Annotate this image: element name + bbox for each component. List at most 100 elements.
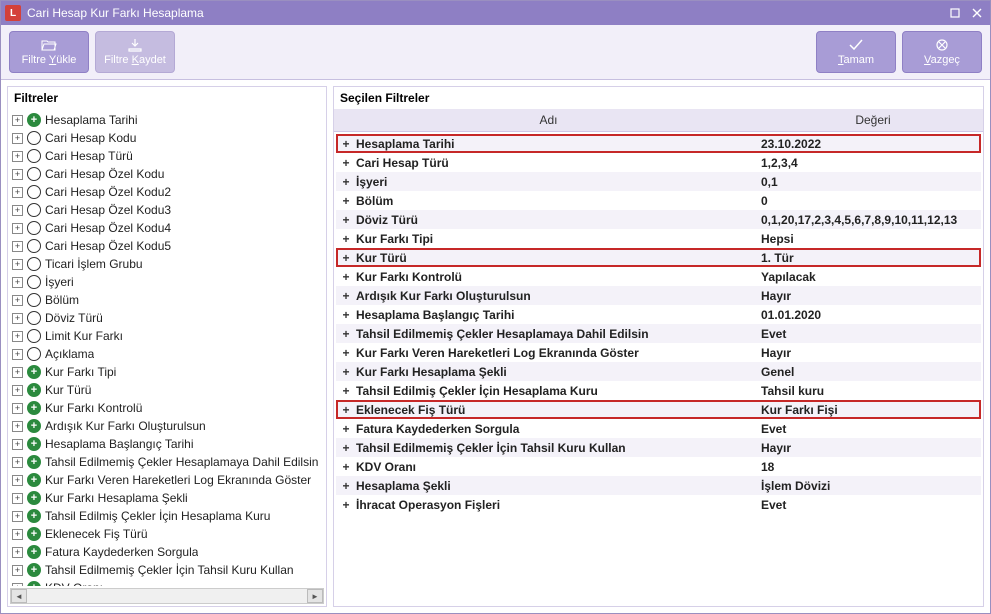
filter-item[interactable]: +Tahsil Edilmiş Çekler İçin Hesaplama Ku… [10, 507, 324, 525]
selected-filter-row[interactable]: +Hesaplama Tarihi23.10.2022 [336, 134, 981, 153]
selected-filter-row[interactable]: +Döviz Türü0,1,20,17,2,3,4,5,6,7,8,9,10,… [336, 210, 981, 229]
selected-filter-row[interactable]: +Bölüm0 [336, 191, 981, 210]
selected-filter-row[interactable]: +Kur Farkı TipiHepsi [336, 229, 981, 248]
row-expand-icon[interactable]: + [336, 460, 356, 474]
expand-icon[interactable]: + [12, 223, 23, 234]
filter-item[interactable]: +Cari Hesap Özel Kodu5 [10, 237, 324, 255]
row-expand-icon[interactable]: + [336, 289, 356, 303]
filter-item[interactable]: +İşyeri [10, 273, 324, 291]
expand-icon[interactable]: + [12, 205, 23, 216]
filter-item[interactable]: +Ardışık Kur Farkı Oluşturulsun [10, 417, 324, 435]
row-expand-icon[interactable]: + [336, 156, 356, 170]
filter-item[interactable]: +Bölüm [10, 291, 324, 309]
filter-item[interactable]: +Hesaplama Başlangıç Tarihi [10, 435, 324, 453]
expand-icon[interactable]: + [12, 565, 23, 576]
maximize-button[interactable] [946, 5, 964, 21]
selected-filter-row[interactable]: +İhracat Operasyon FişleriEvet [336, 495, 981, 514]
expand-icon[interactable]: + [12, 115, 23, 126]
row-expand-icon[interactable]: + [336, 479, 356, 493]
expand-icon[interactable]: + [12, 367, 23, 378]
expand-icon[interactable]: + [12, 493, 23, 504]
scroll-right-button[interactable]: ► [307, 589, 323, 603]
selected-filter-row[interactable]: +Hesaplama Başlangıç Tarihi01.01.2020 [336, 305, 981, 324]
row-expand-icon[interactable]: + [336, 308, 356, 322]
selected-filters-list[interactable]: +Hesaplama Tarihi23.10.2022+Cari Hesap T… [334, 132, 983, 606]
row-expand-icon[interactable]: + [336, 327, 356, 341]
ok-button[interactable]: Tamam [816, 31, 896, 73]
row-expand-icon[interactable]: + [336, 365, 356, 379]
filter-item[interactable]: +Kur Türü [10, 381, 324, 399]
selected-filter-row[interactable]: +Ardışık Kur Farkı OluşturulsunHayır [336, 286, 981, 305]
selected-filter-row[interactable]: +Kur Türü1. Tür [336, 248, 981, 267]
expand-icon[interactable]: + [12, 259, 23, 270]
expand-icon[interactable]: + [12, 583, 23, 587]
expand-icon[interactable]: + [12, 151, 23, 162]
filter-item[interactable]: +KDV Oranı [10, 579, 324, 586]
selected-filter-row[interactable]: +Eklenecek Fiş TürüKur Farkı Fişi [336, 400, 981, 419]
row-expand-icon[interactable]: + [336, 175, 356, 189]
filter-item[interactable]: +Tahsil Edilmemiş Çekler Hesaplamaya Dah… [10, 453, 324, 471]
filter-item[interactable]: +Kur Farkı Kontrolü [10, 399, 324, 417]
filter-item[interactable]: +Cari Hesap Özel Kodu3 [10, 201, 324, 219]
filter-item[interactable]: +Açıklama [10, 345, 324, 363]
filter-item[interactable]: +Ticari İşlem Grubu [10, 255, 324, 273]
filter-load-button[interactable]: Filtre Yükle [9, 31, 89, 73]
horizontal-scrollbar[interactable]: ◄ ► [10, 588, 324, 604]
row-expand-icon[interactable]: + [336, 213, 356, 227]
expand-icon[interactable]: + [12, 421, 23, 432]
expand-icon[interactable]: + [12, 277, 23, 288]
expand-icon[interactable]: + [12, 241, 23, 252]
selected-filter-row[interactable]: +İşyeri0,1 [336, 172, 981, 191]
row-expand-icon[interactable]: + [336, 498, 356, 512]
expand-icon[interactable]: + [12, 349, 23, 360]
row-expand-icon[interactable]: + [336, 194, 356, 208]
filter-item[interactable]: +Cari Hesap Kodu [10, 129, 324, 147]
expand-icon[interactable]: + [12, 403, 23, 414]
filter-item[interactable]: +Kur Farkı Tipi [10, 363, 324, 381]
filter-item[interactable]: +Limit Kur Farkı [10, 327, 324, 345]
filter-item[interactable]: +Cari Hesap Özel Kodu4 [10, 219, 324, 237]
selected-filter-row[interactable]: +Cari Hesap Türü1,2,3,4 [336, 153, 981, 172]
filter-item[interactable]: +Kur Farkı Veren Hareketleri Log Ekranın… [10, 471, 324, 489]
expand-icon[interactable]: + [12, 187, 23, 198]
row-expand-icon[interactable]: + [336, 384, 356, 398]
row-expand-icon[interactable]: + [336, 422, 356, 436]
expand-icon[interactable]: + [12, 475, 23, 486]
expand-icon[interactable]: + [12, 313, 23, 324]
filter-item[interactable]: +Tahsil Edilmemiş Çekler İçin Tahsil Kur… [10, 561, 324, 579]
row-expand-icon[interactable]: + [336, 137, 356, 151]
expand-icon[interactable]: + [12, 439, 23, 450]
expand-icon[interactable]: + [12, 331, 23, 342]
expand-icon[interactable]: + [12, 457, 23, 468]
selected-filter-row[interactable]: +Kur Farkı KontrolüYapılacak [336, 267, 981, 286]
expand-icon[interactable]: + [12, 511, 23, 522]
selected-filter-row[interactable]: +Kur Farkı Hesaplama ŞekliGenel [336, 362, 981, 381]
selected-filter-row[interactable]: +KDV Oranı18 [336, 457, 981, 476]
expand-icon[interactable]: + [12, 133, 23, 144]
filter-save-button[interactable]: Filtre Kaydet [95, 31, 175, 73]
expand-icon[interactable]: + [12, 547, 23, 558]
filter-item[interactable]: +Kur Farkı Hesaplama Şekli [10, 489, 324, 507]
selected-filter-row[interactable]: +Tahsil Edilmemiş Çekler İçin Tahsil Kur… [336, 438, 981, 457]
filter-item[interactable]: +Eklenecek Fiş Türü [10, 525, 324, 543]
row-expand-icon[interactable]: + [336, 346, 356, 360]
row-expand-icon[interactable]: + [336, 251, 356, 265]
row-expand-icon[interactable]: + [336, 441, 356, 455]
filter-item[interactable]: +Cari Hesap Özel Kodu [10, 165, 324, 183]
expand-icon[interactable]: + [12, 295, 23, 306]
expand-icon[interactable]: + [12, 529, 23, 540]
filter-item[interactable]: +Fatura Kaydederken Sorgula [10, 543, 324, 561]
scroll-left-button[interactable]: ◄ [11, 589, 27, 603]
filters-list[interactable]: +Hesaplama Tarihi+Cari Hesap Kodu +Cari H… [8, 109, 326, 586]
filter-item[interactable]: +Hesaplama Tarihi [10, 111, 324, 129]
selected-filter-row[interactable]: +Tahsil Edilmiş Çekler İçin Hesaplama Ku… [336, 381, 981, 400]
selected-filter-row[interactable]: +Kur Farkı Veren Hareketleri Log Ekranın… [336, 343, 981, 362]
selected-filter-row[interactable]: +Tahsil Edilmemiş Çekler Hesaplamaya Dah… [336, 324, 981, 343]
filter-item[interactable]: +Cari Hesap Özel Kodu2 [10, 183, 324, 201]
cancel-button[interactable]: Vazgeç [902, 31, 982, 73]
row-expand-icon[interactable]: + [336, 403, 356, 417]
expand-icon[interactable]: + [12, 169, 23, 180]
row-expand-icon[interactable]: + [336, 232, 356, 246]
row-expand-icon[interactable]: + [336, 270, 356, 284]
selected-filter-row[interactable]: +Hesaplama Şekliİşlem Dövizi [336, 476, 981, 495]
